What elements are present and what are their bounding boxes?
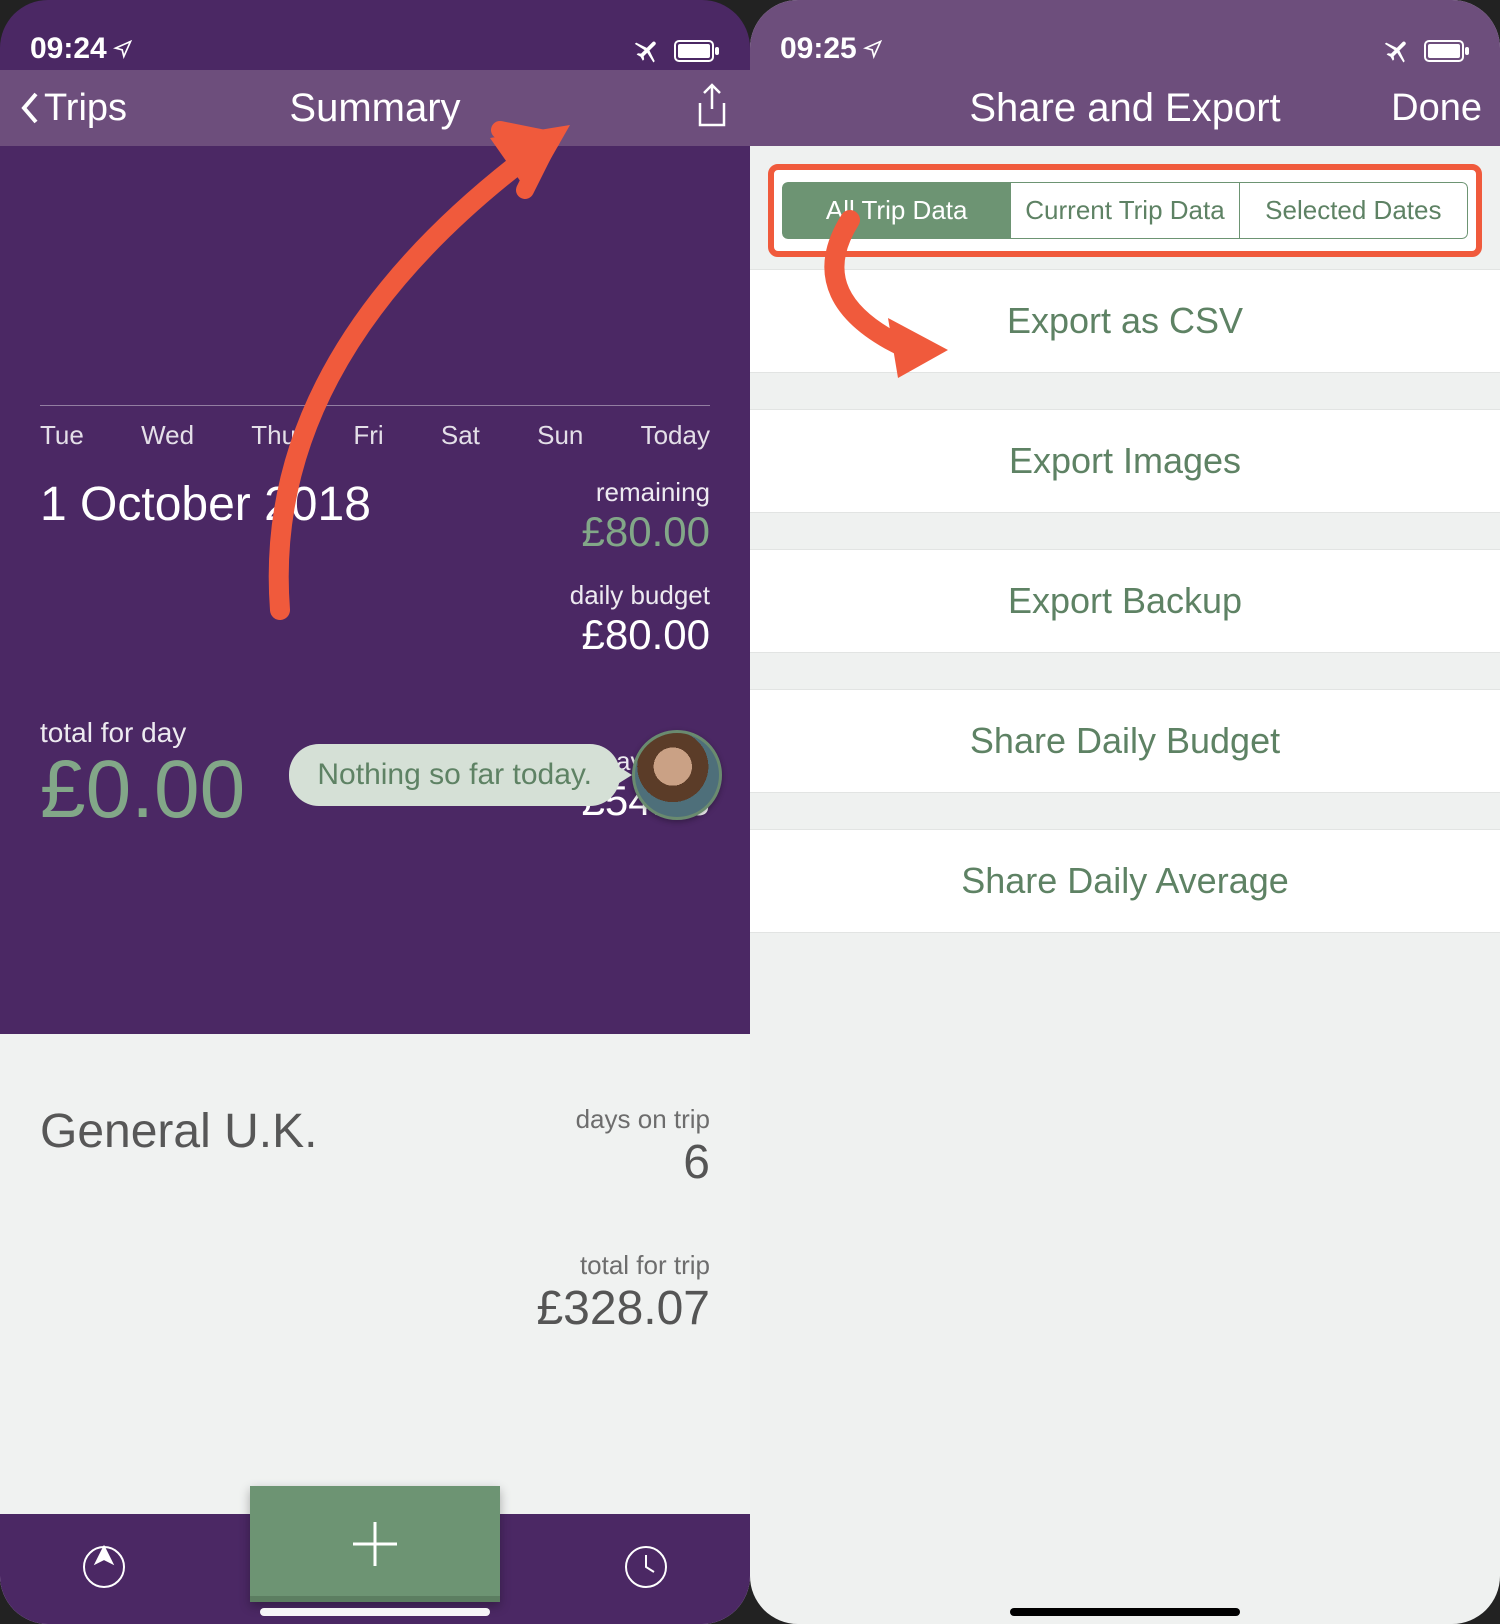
airplane-icon: [1384, 36, 1414, 66]
status-bar: 09:25: [750, 0, 1500, 70]
status-time: 09:25: [780, 32, 883, 66]
status-icons: [634, 36, 720, 66]
remaining-value: £80.00: [582, 508, 710, 556]
airplane-icon: [634, 36, 664, 66]
day-label: Fri: [353, 420, 383, 451]
day-label: Tue: [40, 420, 84, 451]
location-icon: [863, 39, 883, 59]
clock-text: 09:25: [780, 32, 857, 66]
clock-text: 09:24: [30, 32, 107, 66]
day-label: Sun: [537, 420, 583, 451]
battery-icon: [1424, 40, 1470, 62]
summary-screen: 09:24 Trips Summary Tue Wed Thu Fri: [0, 0, 750, 1624]
share-daily-budget-button[interactable]: Share Daily Budget: [750, 689, 1500, 793]
export-list: Export as CSV Export Images Export Backu…: [750, 269, 1500, 933]
add-expense-button[interactable]: [250, 1486, 500, 1602]
speech-bubble: Nothing so far today.: [289, 744, 620, 806]
days-on-trip-value: 6: [576, 1135, 710, 1190]
status-icons: [1384, 36, 1470, 66]
day-labels: Tue Wed Thu Fri Sat Sun Today: [40, 406, 710, 451]
page-title: Share and Export: [969, 86, 1280, 131]
daily-budget-label: daily budget: [570, 580, 710, 611]
spending-chart[interactable]: [40, 156, 710, 406]
data-scope-segments: All Trip Data Current Trip Data Selected…: [782, 182, 1468, 239]
trip-name: General U.K.: [40, 1104, 317, 1159]
home-indicator[interactable]: [1010, 1608, 1240, 1616]
chevron-left-icon: [18, 90, 42, 126]
nav-bar: Share and Export Done: [750, 70, 1500, 146]
page-title: Summary: [289, 86, 460, 131]
share-icon: [692, 83, 732, 129]
plus-icon: [345, 1514, 405, 1574]
home-indicator[interactable]: [260, 1608, 490, 1616]
battery-icon: [674, 40, 720, 62]
share-daily-average-button[interactable]: Share Daily Average: [750, 829, 1500, 933]
export-backup-button[interactable]: Export Backup: [750, 549, 1500, 653]
share-button[interactable]: [692, 83, 732, 134]
location-icon: [113, 39, 133, 59]
segment-selected-dates[interactable]: Selected Dates: [1240, 182, 1468, 239]
segment-all-trip-data[interactable]: All Trip Data: [782, 182, 1011, 239]
daily-budget-value: £80.00: [570, 611, 710, 659]
segment-current-trip-data[interactable]: Current Trip Data: [1011, 182, 1239, 239]
days-on-trip-label: days on trip: [576, 1104, 710, 1135]
total-trip-value: £328.07: [40, 1281, 710, 1336]
clock-icon: [624, 1545, 668, 1589]
current-date: 1 October 2018: [40, 477, 371, 532]
share-export-screen: 09:25 Share and Export Done All Trip Dat…: [750, 0, 1500, 1624]
compass-icon: [82, 1545, 126, 1589]
left-tab-button[interactable]: [42, 1545, 166, 1594]
avatar[interactable]: [632, 730, 722, 820]
done-button[interactable]: Done: [1391, 87, 1482, 130]
day-label: Wed: [141, 420, 194, 451]
back-button[interactable]: Trips: [18, 87, 127, 130]
total-trip-label: total for trip: [40, 1250, 710, 1281]
export-images-button[interactable]: Export Images: [750, 409, 1500, 513]
export-csv-button[interactable]: Export as CSV: [750, 269, 1500, 373]
day-label: Sat: [441, 420, 480, 451]
right-tab-button[interactable]: [584, 1545, 708, 1594]
back-label: Trips: [44, 87, 127, 130]
day-label: Today: [641, 420, 710, 451]
nav-bar: Trips Summary: [0, 70, 750, 146]
segment-highlight: All Trip Data Current Trip Data Selected…: [768, 164, 1482, 257]
assistant-tip: Nothing so far today.: [0, 730, 750, 820]
status-time: 09:24: [30, 32, 133, 66]
status-bar: 09:24: [0, 0, 750, 70]
remaining-label: remaining: [582, 477, 710, 508]
day-label: Thu: [251, 420, 296, 451]
